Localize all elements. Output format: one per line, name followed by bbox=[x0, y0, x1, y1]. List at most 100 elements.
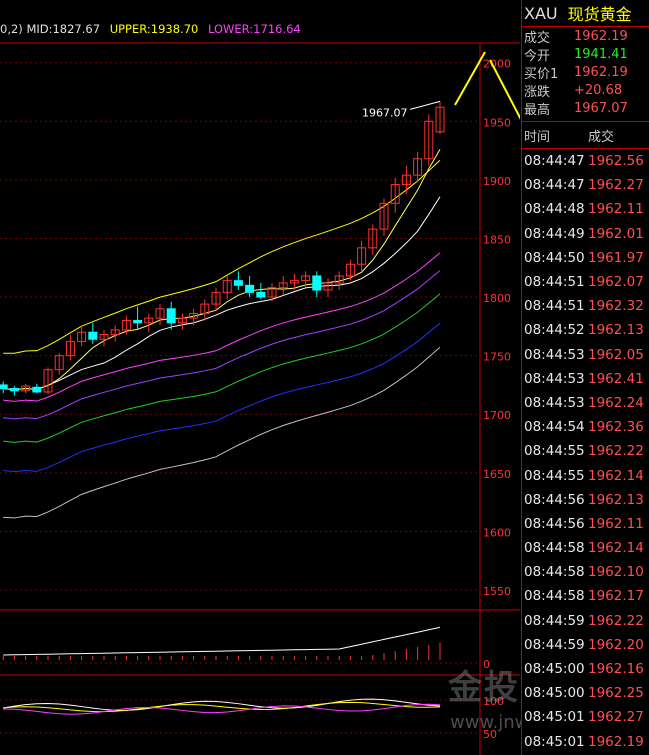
tick-row: 08:44:53 1962.41 bbox=[522, 367, 649, 391]
symbol-code: XAU bbox=[524, 3, 558, 23]
candle-body bbox=[0, 384, 8, 389]
price-tick-label: 1600 bbox=[483, 526, 511, 539]
tick-row: 08:44:58 1962.17 bbox=[522, 584, 649, 608]
tick-row: 08:44:58 1962.10 bbox=[522, 560, 649, 584]
price-tick-label: 1900 bbox=[483, 175, 511, 188]
bollinger-legend: 0,2) MID:1827.67 UPPER:1938.70 LOWER:171… bbox=[0, 22, 301, 36]
tick-price: 1962.07 bbox=[588, 274, 644, 291]
tick-price: 1962.01 bbox=[588, 225, 644, 242]
price-tick-label: 1700 bbox=[483, 409, 511, 422]
ma120-line bbox=[3, 322, 441, 473]
tick-row: 08:44:58 1962.14 bbox=[522, 536, 649, 560]
tick-price: 1962.22 bbox=[588, 612, 644, 629]
osc-k-line bbox=[3, 698, 441, 711]
ma10-line bbox=[3, 196, 441, 391]
tick-price: 1962.16 bbox=[588, 661, 644, 678]
tick-row: 08:44:59 1962.20 bbox=[522, 633, 649, 657]
tick-row: 08:44:47 1962.27 bbox=[522, 173, 649, 197]
legend-mid: MID:1827.67 bbox=[26, 22, 101, 36]
gold-candlestick-chart[interactable]: 1550 1600 1650 1700 1750 1800 1850 1900 1950 2000… bbox=[0, 0, 520, 755]
tick-price: 1962.56 bbox=[588, 153, 644, 170]
ma5-line bbox=[3, 149, 441, 391]
tick-header-time: 时间 bbox=[524, 129, 551, 145]
tick-time: 08:44:50 bbox=[524, 249, 585, 266]
price-tick-label: 1750 bbox=[483, 351, 511, 364]
candle-body bbox=[88, 331, 98, 340]
candle-body bbox=[312, 275, 322, 291]
tick-time: 08:45:01 bbox=[524, 733, 585, 750]
tick-price: 1962.11 bbox=[588, 201, 644, 218]
tick-row: 08:44:48 1962.11 bbox=[522, 197, 649, 221]
tick-price: 1962.24 bbox=[588, 394, 644, 411]
quote-label: 买价1 bbox=[524, 66, 559, 82]
tick-list[interactable]: 08:44:47 1962.56 08:44:47 1962.27 08:44:48 19… bbox=[522, 149, 649, 754]
tick-price: 1962.36 bbox=[588, 419, 644, 436]
tick-row: 08:44:56 1962.13 bbox=[522, 488, 649, 512]
quote-label: 涨跌 bbox=[524, 84, 551, 100]
tick-time: 08:44:47 bbox=[524, 153, 585, 170]
tick-time: 08:44:51 bbox=[524, 274, 585, 291]
quote-row: 成交 1962.19 bbox=[522, 27, 649, 46]
tick-price: 1962.41 bbox=[588, 370, 644, 387]
volume-ma-line bbox=[3, 626, 441, 656]
tick-row: 08:44:55 1962.14 bbox=[522, 463, 649, 487]
quote-row: 涨跌 +20.68 bbox=[522, 81, 649, 100]
tick-row: 08:44:47 1962.56 bbox=[522, 149, 649, 173]
quote-row: 买价1 1962.19 bbox=[522, 63, 649, 82]
tick-row: 08:44:51 1962.32 bbox=[522, 294, 649, 318]
candle-body bbox=[166, 308, 176, 324]
tick-time: 08:44:52 bbox=[524, 322, 585, 339]
tick-row: 08:45:00 1962.25 bbox=[522, 681, 649, 705]
candle-body bbox=[233, 280, 243, 286]
tick-time: 08:44:59 bbox=[524, 612, 585, 629]
price-tick-label: 2000 bbox=[483, 58, 511, 71]
legend-prefix: 0,2) bbox=[0, 22, 23, 36]
candle-body bbox=[245, 284, 255, 293]
tick-time: 08:44:54 bbox=[524, 419, 585, 436]
quote-header: XAU 现货黄金 bbox=[522, 0, 649, 27]
tick-price: 1962.11 bbox=[588, 515, 644, 532]
quote-value: 1941.41 bbox=[574, 46, 628, 62]
tick-row: 08:45:00 1962.16 bbox=[522, 657, 649, 681]
tick-price: 1962.13 bbox=[588, 491, 644, 508]
tick-row: 08:44:52 1962.13 bbox=[522, 318, 649, 342]
candle-body bbox=[9, 387, 19, 392]
tick-row: 08:44:49 1962.01 bbox=[522, 222, 649, 246]
tick-time: 08:44:58 bbox=[524, 564, 585, 581]
tick-time: 08:44:53 bbox=[524, 370, 585, 387]
ma20-line bbox=[3, 252, 441, 402]
quote-row: 最高 1967.07 bbox=[522, 99, 649, 118]
legend-lower: LOWER:1716.64 bbox=[207, 22, 301, 36]
tick-price: 1962.27 bbox=[588, 177, 644, 194]
tick-time: 08:44:49 bbox=[524, 225, 585, 242]
quote-label: 成交 bbox=[524, 30, 551, 46]
tick-time: 08:44:56 bbox=[524, 491, 585, 508]
tick-price: 1962.05 bbox=[588, 346, 644, 363]
price-tick-label: 1850 bbox=[483, 233, 511, 246]
price-tick-label: 1800 bbox=[483, 292, 511, 305]
quote-rows: 成交 1962.19 今开 1941.41 买价1 1962.19 涨跌 +20.68 最高 19… bbox=[522, 27, 649, 118]
tick-header-price: 成交 bbox=[588, 129, 615, 145]
tick-time: 08:44:53 bbox=[524, 394, 585, 411]
tick-row: 08:44:56 1962.11 bbox=[522, 512, 649, 536]
tick-row: 08:44:50 1961.97 bbox=[522, 246, 649, 270]
tick-row: 08:45:01 1962.19 bbox=[522, 730, 649, 754]
tick-price: 1962.10 bbox=[588, 564, 644, 581]
tick-price: 1962.13 bbox=[588, 322, 644, 339]
tick-row: 08:45:01 1962.27 bbox=[522, 705, 649, 729]
tick-price: 1962.22 bbox=[588, 443, 644, 460]
tick-row: 08:44:59 1962.22 bbox=[522, 609, 649, 633]
quote-value: +20.68 bbox=[574, 82, 623, 98]
tick-time: 08:45:00 bbox=[524, 685, 585, 702]
tick-row: 08:44:53 1962.05 bbox=[522, 343, 649, 367]
quote-label: 最高 bbox=[524, 102, 551, 118]
quote-label: 今开 bbox=[524, 48, 551, 64]
quote-value: 1962.19 bbox=[574, 64, 628, 80]
tick-time: 08:44:59 bbox=[524, 636, 585, 653]
tick-price: 1962.32 bbox=[588, 298, 644, 315]
tick-row: 08:44:53 1962.24 bbox=[522, 391, 649, 415]
candle-body bbox=[256, 291, 266, 298]
tick-time: 08:44:58 bbox=[524, 588, 585, 605]
tick-price: 1961.97 bbox=[588, 249, 644, 266]
tick-time: 08:44:53 bbox=[524, 346, 585, 363]
